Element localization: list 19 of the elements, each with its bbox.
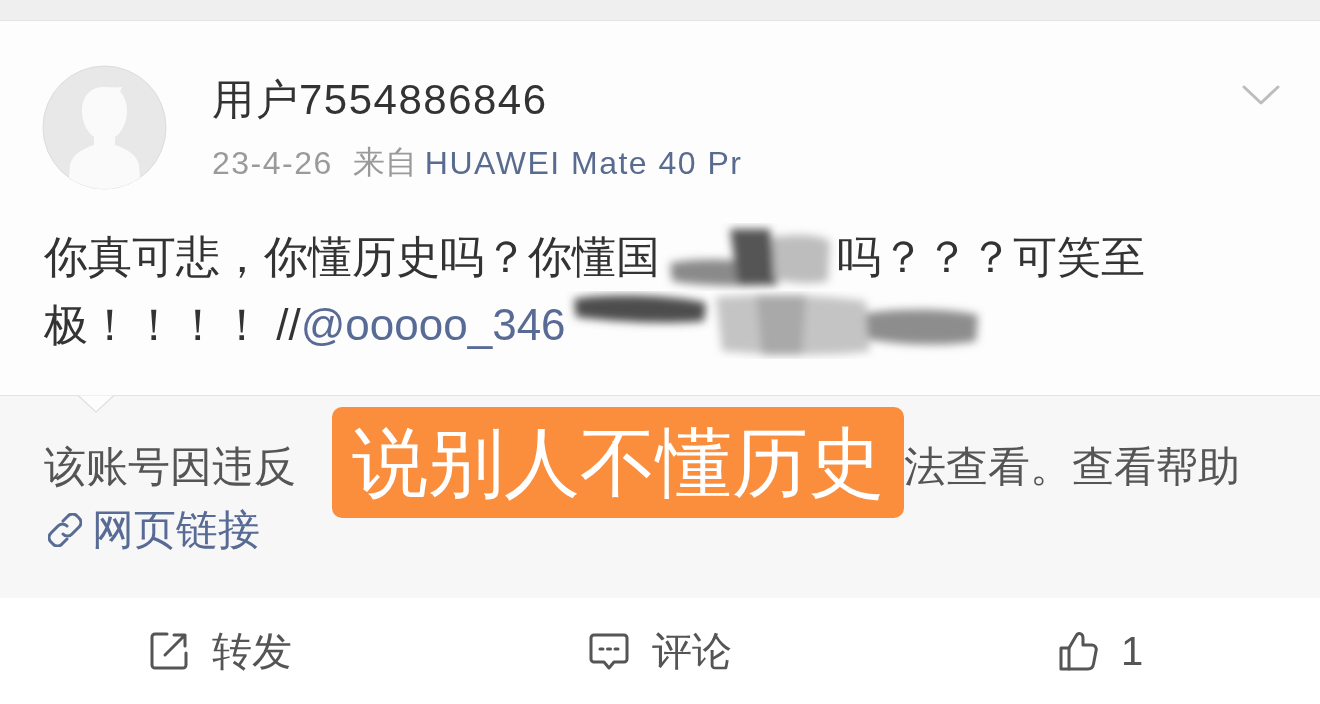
post-text: 吗？？？可笑至 — [837, 230, 1145, 283]
comment-action-button[interactable]: 评论 — [588, 623, 732, 679]
notice-text: 该账号因违反 — [44, 442, 296, 492]
chevron-down-icon[interactable] — [1242, 85, 1280, 105]
device-source-link[interactable]: HUAWEI Mate 40 Pr — [424, 144, 743, 182]
post-date: 23-4-26 — [212, 144, 333, 182]
post-text: 你真可悲，你懂历史吗？你懂国 — [44, 230, 660, 283]
annotation-label: 说别人不懂历史 — [332, 407, 904, 518]
username-link[interactable]: 用户7554886846 — [212, 75, 548, 125]
like-action-button[interactable]: 1 — [1056, 628, 1144, 674]
avatar-placeholder[interactable] — [42, 65, 167, 190]
notice-text: 法查看。查看帮助 — [904, 442, 1240, 492]
link-icon — [48, 513, 82, 547]
box-arrow-icon — [148, 630, 190, 672]
mention-link[interactable]: @ooooo_346 — [300, 300, 566, 350]
post-text: 极！！！！ // — [44, 298, 301, 351]
source-label: 来自 — [352, 143, 417, 182]
web-link[interactable]: 网页链接 — [44, 502, 260, 558]
repost-action-button[interactable]: 转发 — [148, 623, 292, 679]
